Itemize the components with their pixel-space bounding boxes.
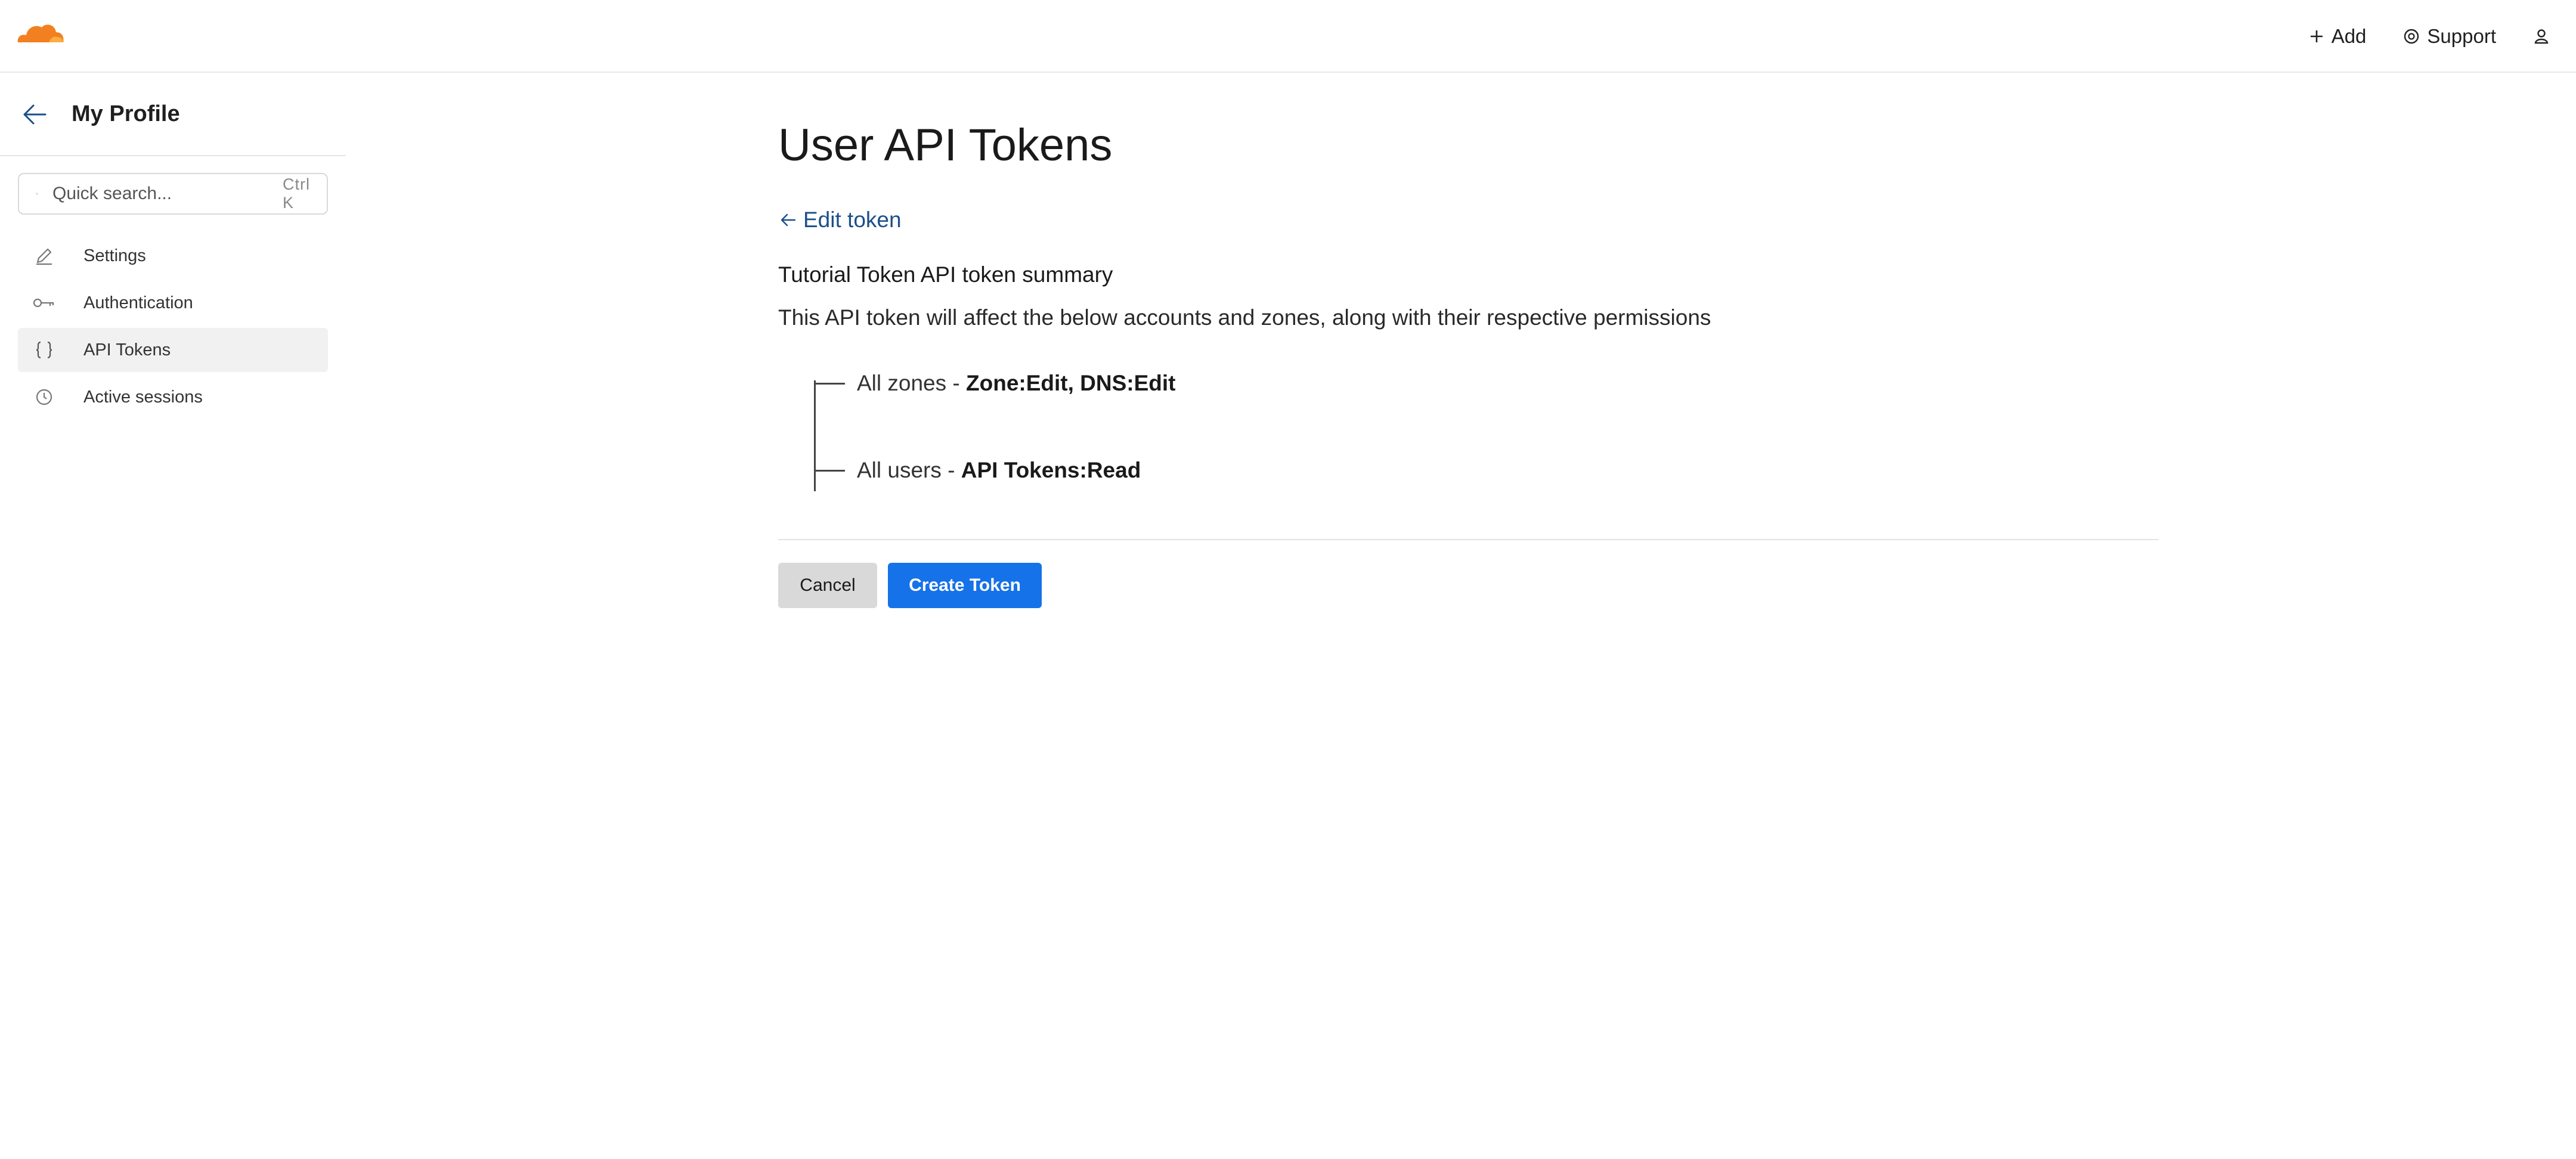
search-shortcut: Ctrl K xyxy=(283,175,310,212)
arrow-left-icon xyxy=(781,213,796,227)
edit-token-link[interactable]: Edit token xyxy=(778,207,902,233)
summary-title: Tutorial Token API token summary xyxy=(778,262,1113,287)
tree-branch xyxy=(814,469,845,472)
profile-header: My Profile xyxy=(0,73,346,156)
page-title: User API Tokens xyxy=(778,120,1113,171)
support-button[interactable]: Support xyxy=(2403,25,2496,48)
tree-row-users: All users - API Tokens:Read xyxy=(814,455,1141,485)
top-bar: Add Support xyxy=(0,0,2576,73)
help-circle-icon xyxy=(2403,28,2420,45)
cancel-button[interactable]: Cancel xyxy=(778,563,877,608)
sidebar-nav: Settings Authentication API Tokens Activ… xyxy=(18,234,328,422)
tree-row-text: All zones - Zone:Edit, DNS:Edit xyxy=(857,371,1175,396)
divider xyxy=(778,539,2159,540)
plus-icon xyxy=(2309,29,2324,44)
user-icon xyxy=(2533,28,2550,45)
pencil-icon xyxy=(32,246,56,266)
sidebar-item-label: Authentication xyxy=(83,293,193,312)
sidebar-item-api-tokens[interactable]: API Tokens xyxy=(18,328,328,372)
clock-icon xyxy=(32,387,56,407)
sidebar-title: My Profile xyxy=(72,101,180,126)
quick-search[interactable]: Ctrl K xyxy=(18,173,328,215)
summary-description: This API token will affect the below acc… xyxy=(778,305,1711,330)
create-token-button[interactable]: Create Token xyxy=(888,563,1042,608)
tree-permissions: API Tokens:Read xyxy=(961,458,1141,482)
tree-scope: All zones - xyxy=(857,371,967,395)
add-button[interactable]: Add xyxy=(2309,25,2367,48)
tree-scope: All users - xyxy=(857,458,961,482)
sidebar-item-active-sessions[interactable]: Active sessions xyxy=(18,375,328,419)
support-label: Support xyxy=(2427,25,2496,47)
user-menu-button[interactable] xyxy=(2533,28,2550,45)
tree-row-text: All users - API Tokens:Read xyxy=(857,458,1141,483)
search-input[interactable] xyxy=(52,184,283,204)
sidebar-item-settings[interactable]: Settings xyxy=(18,234,328,278)
sidebar-item-label: Active sessions xyxy=(83,387,203,407)
sidebar: My Profile Ctrl K Settings Authenticatio… xyxy=(0,73,346,1159)
tree-row-zones: All zones - Zone:Edit, DNS:Edit xyxy=(814,368,1175,398)
tree-branch xyxy=(814,382,845,385)
edit-token-label: Edit token xyxy=(803,207,902,232)
permissions-tree: All zones - Zone:Edit, DNS:Edit All user… xyxy=(809,368,1525,491)
search-icon xyxy=(36,193,38,195)
key-icon xyxy=(32,293,56,313)
sidebar-item-authentication[interactable]: Authentication xyxy=(18,281,328,325)
sidebar-item-label: Settings xyxy=(83,246,146,265)
cloudflare-logo[interactable] xyxy=(14,19,66,47)
tree-permissions: Zone:Edit, DNS:Edit xyxy=(966,371,1176,395)
sidebar-item-label: API Tokens xyxy=(83,340,171,360)
form-actions: Cancel Create Token xyxy=(778,563,1042,608)
add-label: Add xyxy=(2331,25,2367,47)
braces-icon xyxy=(32,340,56,360)
back-arrow-icon[interactable] xyxy=(21,103,48,126)
